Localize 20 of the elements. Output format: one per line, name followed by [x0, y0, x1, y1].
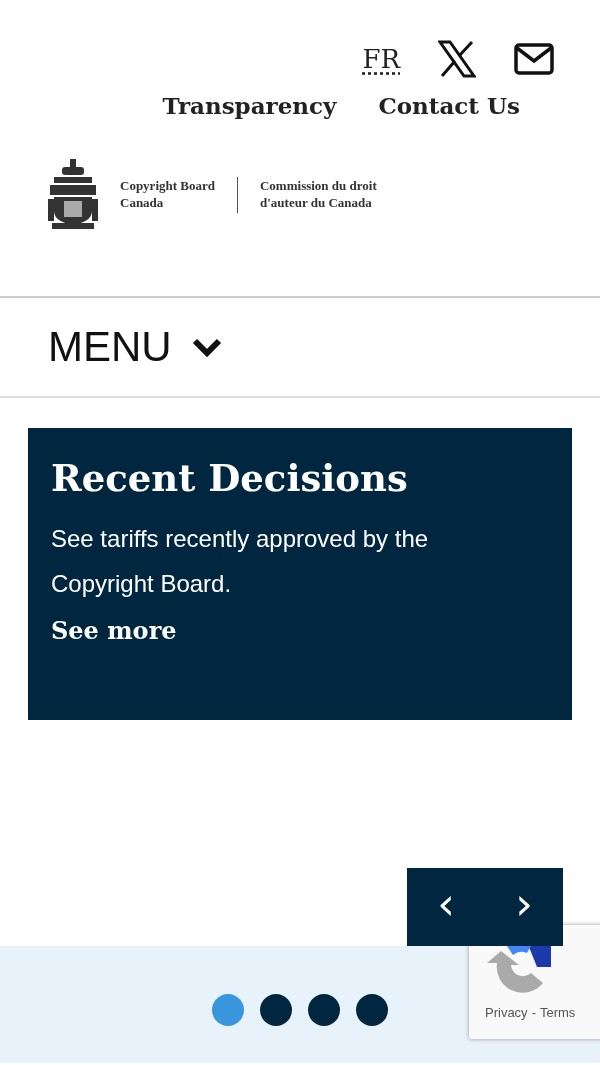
chevron-icon	[191, 337, 222, 357]
coat-of-arms-icon	[46, 159, 100, 231]
carousel-dot[interactable]	[260, 994, 292, 1026]
mail-icon[interactable]	[514, 43, 554, 75]
language-link[interactable]: FR	[362, 44, 400, 74]
carousel-dot[interactable]	[356, 994, 388, 1026]
carousel-dot[interactable]	[212, 994, 244, 1026]
carousel-dot[interactable]	[308, 994, 340, 1026]
logo-text: Copyright Board Canada	[120, 178, 215, 212]
see-more-link[interactable]: See more	[51, 616, 177, 645]
header-link[interactable]: Transparency	[162, 92, 337, 119]
x-logo-icon[interactable]	[438, 40, 476, 78]
privacy-link[interactable]: Privacy	[485, 1005, 528, 1020]
header-link[interactable]: Contact Us	[378, 92, 520, 119]
slide-title: Recent Decisions	[51, 456, 409, 500]
logo-text: Commission du droit d'auteur du Canada	[260, 178, 377, 212]
terms-link[interactable]: Terms	[539, 1005, 576, 1020]
separator: -	[531, 1005, 536, 1020]
menu-button[interactable]: MENU	[48, 323, 222, 371]
slide-text: See tariffs recently approved by the Copyright Board.	[51, 524, 430, 599]
